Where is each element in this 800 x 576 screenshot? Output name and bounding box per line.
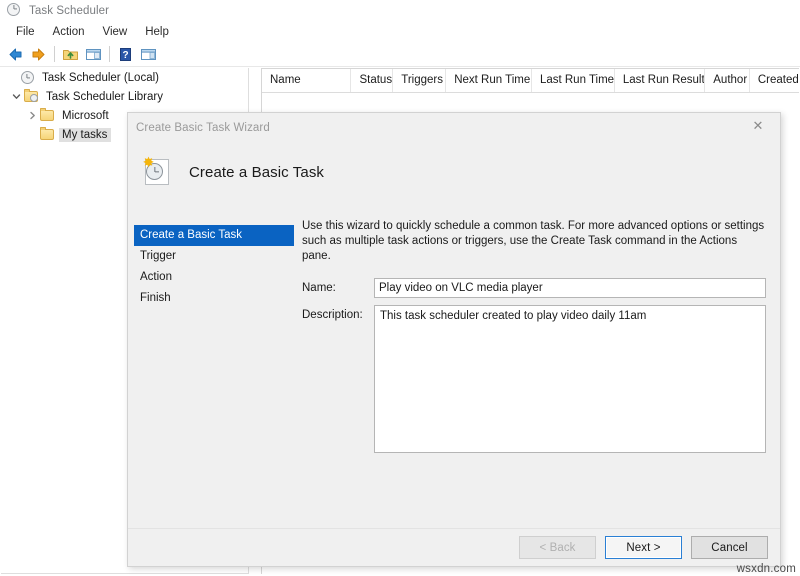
- menu-item-help[interactable]: Help: [136, 24, 178, 40]
- window-title: Task Scheduler: [29, 4, 110, 17]
- folder-icon: [39, 108, 55, 124]
- svg-text:?: ?: [122, 50, 128, 61]
- watermark: wsxdn.com: [736, 563, 796, 575]
- chevron-right-icon[interactable]: [25, 109, 39, 123]
- dialog-body: Create a Basic Task Trigger Action Finis…: [128, 201, 780, 530]
- description-input[interactable]: This task scheduler created to play vide…: [374, 305, 766, 453]
- list-column-header[interactable]: Name Status Triggers Next Run Time Last …: [262, 69, 799, 93]
- toolbar: ?: [0, 42, 800, 67]
- task-clock-icon: ✸: [141, 155, 173, 188]
- back-arrow-icon[interactable]: [4, 43, 26, 65]
- name-field-label: Name:: [302, 282, 336, 294]
- show-hide-pane-icon[interactable]: [82, 43, 104, 65]
- description-field-row: Description: This task scheduler created…: [302, 305, 766, 453]
- menu-item-file[interactable]: File: [7, 24, 44, 40]
- menu-item-view[interactable]: View: [94, 24, 137, 40]
- column-header-author[interactable]: Author: [705, 69, 750, 92]
- window-titlebar: Task Scheduler: [0, 0, 800, 21]
- screen: Task Scheduler File Action View Help ? T…: [0, 0, 800, 576]
- dialog-footer: < Back Next > Cancel: [128, 528, 780, 566]
- cancel-button[interactable]: Cancel: [691, 536, 768, 559]
- column-header-triggers[interactable]: Triggers: [393, 69, 447, 92]
- help-icon[interactable]: ?: [114, 43, 136, 65]
- wizard-step-trigger[interactable]: Trigger: [134, 246, 294, 267]
- menu-item-action[interactable]: Action: [44, 24, 94, 40]
- tree-item-label: Microsoft: [62, 109, 109, 122]
- up-folder-icon[interactable]: [59, 43, 81, 65]
- wizard-step-finish[interactable]: Finish: [134, 288, 294, 309]
- wizard-step-create-a-basic-task[interactable]: Create a Basic Task: [134, 225, 294, 246]
- tree-item-task-scheduler-local[interactable]: Task Scheduler (Local): [1, 68, 248, 87]
- dialog-header: ✸ Create a Basic Task: [128, 143, 780, 201]
- description-field-label: Description:: [302, 309, 363, 321]
- folder-clock-icon: [23, 89, 39, 105]
- show-action-pane-icon[interactable]: [137, 43, 159, 65]
- wizard-panel: Use this wizard to quickly schedule a co…: [302, 219, 766, 460]
- wizard-step-action[interactable]: Action: [134, 267, 294, 288]
- dialog-header-title: Create a Basic Task: [189, 163, 325, 181]
- dialog-title: Create Basic Task Wizard: [136, 122, 270, 134]
- toolbar-separator: [54, 46, 55, 62]
- create-basic-task-wizard-dialog: Create Basic Task Wizard ✕ ✸ Create a Ba…: [127, 112, 781, 567]
- tree-item-label: Task Scheduler Library: [46, 90, 163, 103]
- tree-item-task-scheduler-library[interactable]: Task Scheduler Library: [1, 87, 248, 106]
- toolbar-separator: [109, 46, 110, 62]
- column-header-last-run-time[interactable]: Last Run Time: [532, 69, 615, 92]
- forward-arrow-icon[interactable]: [27, 43, 49, 65]
- column-header-name[interactable]: Name: [262, 69, 352, 92]
- chevron-down-icon[interactable]: [9, 90, 23, 104]
- column-header-last-run-result[interactable]: Last Run Result: [615, 69, 706, 92]
- name-field-row: Name: Play video on VLC media player: [302, 278, 766, 298]
- back-button: < Back: [519, 536, 596, 559]
- column-header-created[interactable]: Created: [750, 69, 799, 92]
- tree-item-label: My tasks: [59, 127, 112, 142]
- wizard-step-nav: Create a Basic Task Trigger Action Finis…: [134, 225, 294, 309]
- twisty-placeholder: [5, 71, 19, 85]
- column-header-status[interactable]: Status: [351, 69, 394, 92]
- clock-icon: [7, 2, 23, 19]
- column-header-next-run-time[interactable]: Next Run Time: [446, 69, 532, 92]
- tree-item-label: Task Scheduler (Local): [42, 71, 159, 84]
- twisty-placeholder: [25, 128, 39, 142]
- wizard-description: Use this wizard to quickly schedule a co…: [302, 220, 765, 262]
- close-icon[interactable]: ✕: [736, 113, 780, 139]
- name-input[interactable]: Play video on VLC media player: [374, 278, 766, 298]
- next-button[interactable]: Next >: [605, 536, 682, 559]
- folder-icon: [39, 127, 55, 143]
- clock-icon: [19, 70, 35, 86]
- menu-bar: File Action View Help: [0, 21, 800, 42]
- dialog-titlebar: Create Basic Task Wizard ✕: [128, 113, 780, 143]
